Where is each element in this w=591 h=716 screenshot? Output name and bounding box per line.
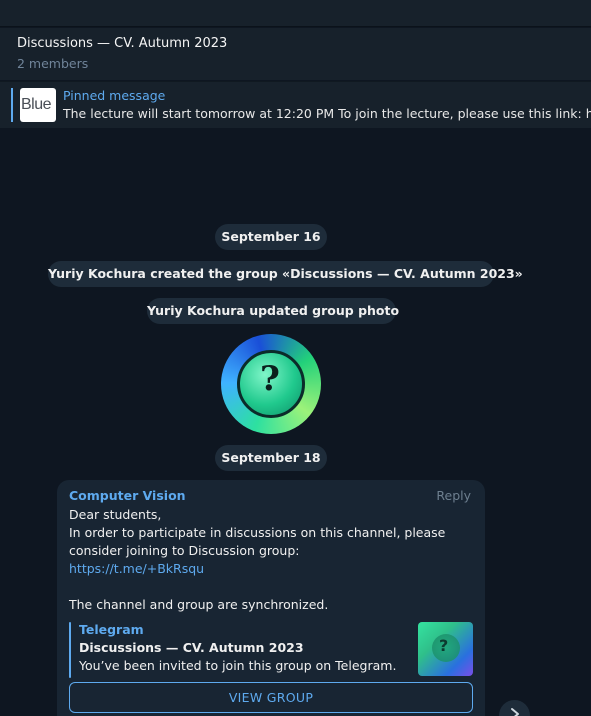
date-separator: September 18 — [215, 445, 327, 471]
pinned-text: The lecture will start tomorrow at 12:20… — [63, 106, 591, 121]
group-photo-inner: ? — [237, 350, 305, 418]
date-separator: September 16 — [215, 224, 327, 250]
preview-indicator — [69, 622, 71, 678]
message-line: consider joining to Discussion group: — [69, 543, 300, 558]
preview-description: You’ve been invited to join this group o… — [79, 658, 397, 673]
message-line: Dear students, — [69, 507, 162, 522]
message-text: Dear students, In order to participate i… — [69, 506, 469, 614]
message-line: In order to participate in discussions o… — [69, 525, 446, 540]
pinned-thumbnail: Blue — [20, 88, 56, 122]
scroll-down-button[interactable] — [499, 700, 530, 716]
chat-header[interactable]: Discussions — CV. Autumn 2023 2 members — [0, 28, 591, 80]
pinned-label: Pinned message — [63, 88, 166, 103]
reply-button[interactable]: Reply — [436, 488, 471, 503]
question-mark-icon: ? — [439, 636, 449, 655]
preview-thumbnail[interactable]: ? — [418, 622, 473, 676]
message-author[interactable]: Computer Vision — [69, 488, 186, 503]
members-count[interactable]: 2 members — [17, 56, 88, 71]
question-mark-icon: ? — [260, 359, 280, 399]
preview-title: Discussions — CV. Autumn 2023 — [79, 640, 304, 655]
pinned-indicator — [11, 88, 13, 122]
view-group-button[interactable]: VIEW GROUP — [69, 682, 473, 713]
group-photo[interactable]: ? — [221, 334, 321, 434]
link-preview[interactable]: Telegram Discussions — CV. Autumn 2023 Y… — [69, 622, 473, 678]
message-bubble[interactable]: Computer Vision Reply Dear students, In … — [57, 480, 485, 716]
service-message-created: Yuriy Kochura created the group «Discuss… — [48, 261, 523, 287]
invite-link[interactable]: https://t.me/+BkRsqu — [69, 560, 469, 578]
pinned-thumbnail-text: Blue — [21, 96, 52, 113]
chat-title[interactable]: Discussions — CV. Autumn 2023 — [17, 36, 227, 51]
message-line: The channel and group are synchronized. — [69, 597, 329, 612]
service-message-photo: Yuriy Kochura updated group photo — [147, 298, 399, 324]
top-bar — [0, 0, 591, 27]
preview-site-name: Telegram — [79, 622, 144, 637]
pinned-message-bar[interactable]: Blue Pinned message The lecture will sta… — [0, 81, 591, 128]
chevron-right-icon — [511, 708, 519, 716]
